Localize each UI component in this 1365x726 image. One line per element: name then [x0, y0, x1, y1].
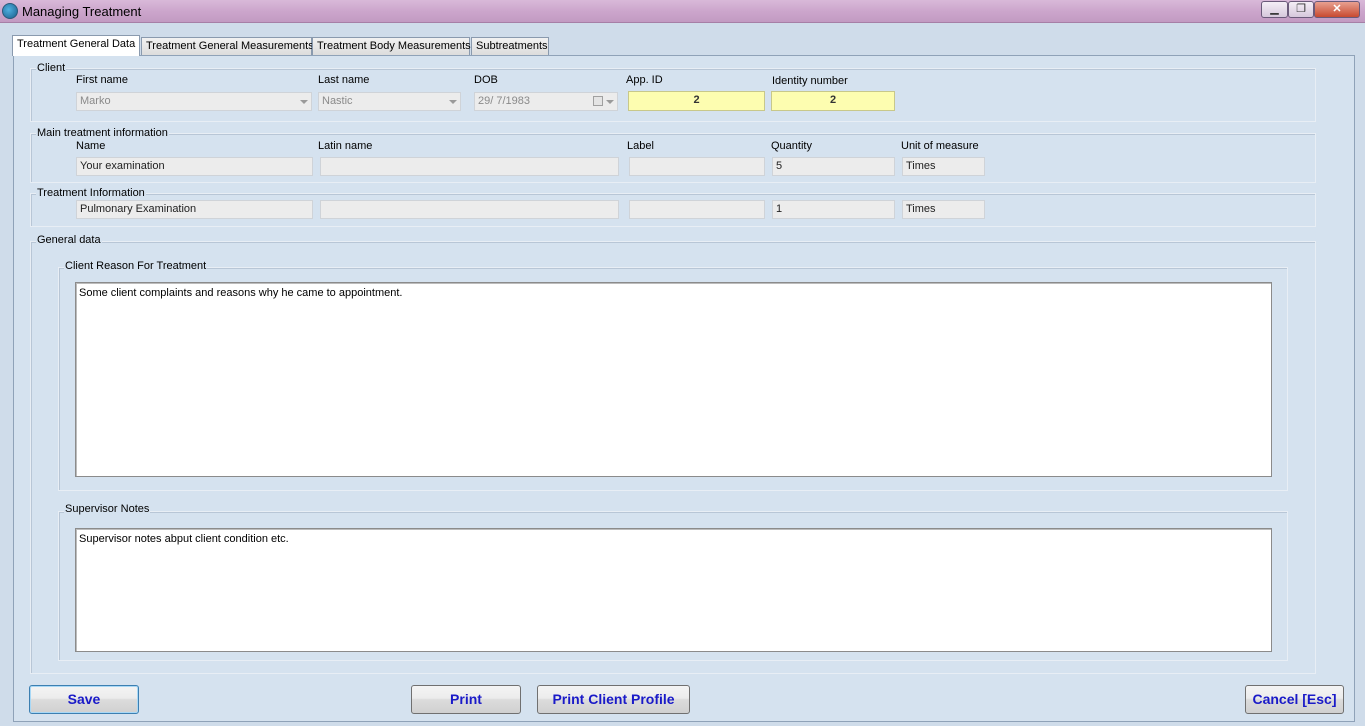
app-icon: [2, 3, 18, 19]
treatment-info-label-field[interactable]: [629, 200, 765, 219]
chevron-down-icon: [606, 100, 614, 104]
close-window-button[interactable]: ✕: [1314, 1, 1360, 18]
app-id-field[interactable]: 2: [628, 91, 765, 111]
label-label: Label: [627, 140, 654, 152]
client-group-label: Client: [36, 62, 67, 74]
tab-page-general-data: Client First name Marko Last name Nastic…: [13, 55, 1355, 722]
quantity-label: Quantity: [771, 140, 812, 152]
save-button[interactable]: Save: [29, 685, 139, 714]
label-field[interactable]: [629, 157, 765, 176]
first-name-combo[interactable]: Marko: [76, 92, 312, 111]
latin-name-field[interactable]: [320, 157, 619, 176]
chevron-down-icon: [300, 100, 308, 104]
supervisor-notes-label: Supervisor Notes: [64, 503, 151, 515]
first-name-label: First name: [76, 74, 128, 86]
unit-of-measure-field[interactable]: Times: [902, 157, 985, 176]
quantity-field[interactable]: 5: [772, 157, 895, 176]
cancel-button[interactable]: Cancel [Esc]: [1245, 685, 1344, 714]
tab-treatment-general-measurements[interactable]: Treatment General Measurements: [141, 37, 314, 55]
maximize-button[interactable]: ❐: [1288, 1, 1314, 18]
minimize-icon: ▁: [1270, 3, 1279, 15]
unit-of-measure-label: Unit of measure: [901, 140, 979, 152]
tab-label: Treatment General Data: [17, 38, 136, 50]
treatment-info-latin-field[interactable]: [320, 200, 619, 219]
last-name-label: Last name: [318, 74, 370, 86]
main-treatment-group-label: Main treatment information: [36, 127, 169, 139]
treatment-info-unit-field[interactable]: Times: [902, 200, 985, 219]
tab-label: Treatment Body Measurements: [317, 40, 471, 52]
tab-label: Treatment General Measurements: [146, 40, 314, 52]
latin-name-label: Latin name: [318, 140, 373, 152]
dob-datepicker[interactable]: 29/ 7/1983: [474, 92, 618, 111]
client-reason-textarea[interactable]: Some client complaints and reasons why h…: [75, 282, 1272, 477]
last-name-value: Nastic: [322, 95, 353, 107]
tab-treatment-body-measurements[interactable]: Treatment Body Measurements: [312, 37, 471, 55]
window-title: Managing Treatment: [22, 4, 142, 19]
close-icon: ✕: [1332, 3, 1342, 15]
maximize-icon: ❐: [1296, 3, 1306, 15]
tab-subtreatments[interactable]: Subtreatments: [471, 37, 549, 55]
tab-label: Subtreatments: [476, 40, 548, 52]
name-label: Name: [76, 140, 106, 152]
supervisor-notes-textarea[interactable]: Supervisor notes abput client condition …: [75, 528, 1272, 652]
treatment-information-group-label: Treatment Information: [36, 187, 146, 199]
dob-label: DOB: [474, 74, 498, 86]
calendar-icon: [593, 96, 603, 106]
client-area: Treatment General Data Treatment General…: [0, 23, 1365, 726]
general-data-group-label: General data: [36, 234, 102, 246]
app-id-label: App. ID: [626, 74, 663, 86]
minimize-button[interactable]: ▁: [1261, 1, 1288, 18]
window-titlebar[interactable]: Managing Treatment ▁ ❐ ✕: [0, 0, 1365, 23]
treatment-info-quantity-field[interactable]: 1: [772, 200, 895, 219]
chevron-down-icon: [449, 100, 457, 104]
identity-number-label: Identity number: [772, 75, 848, 87]
print-button[interactable]: Print: [411, 685, 521, 714]
last-name-combo[interactable]: Nastic: [318, 92, 461, 111]
client-reason-label: Client Reason For Treatment: [64, 260, 208, 272]
first-name-value: Marko: [80, 95, 111, 107]
treatment-info-name-field[interactable]: Pulmonary Examination: [76, 200, 313, 219]
treatment-name-field[interactable]: Your examination: [76, 157, 313, 176]
identity-number-field[interactable]: 2: [771, 91, 895, 111]
tab-treatment-general-data[interactable]: Treatment General Data: [12, 35, 140, 56]
print-client-profile-button[interactable]: Print Client Profile: [537, 685, 690, 714]
dob-value: 29/ 7/1983: [478, 95, 530, 107]
